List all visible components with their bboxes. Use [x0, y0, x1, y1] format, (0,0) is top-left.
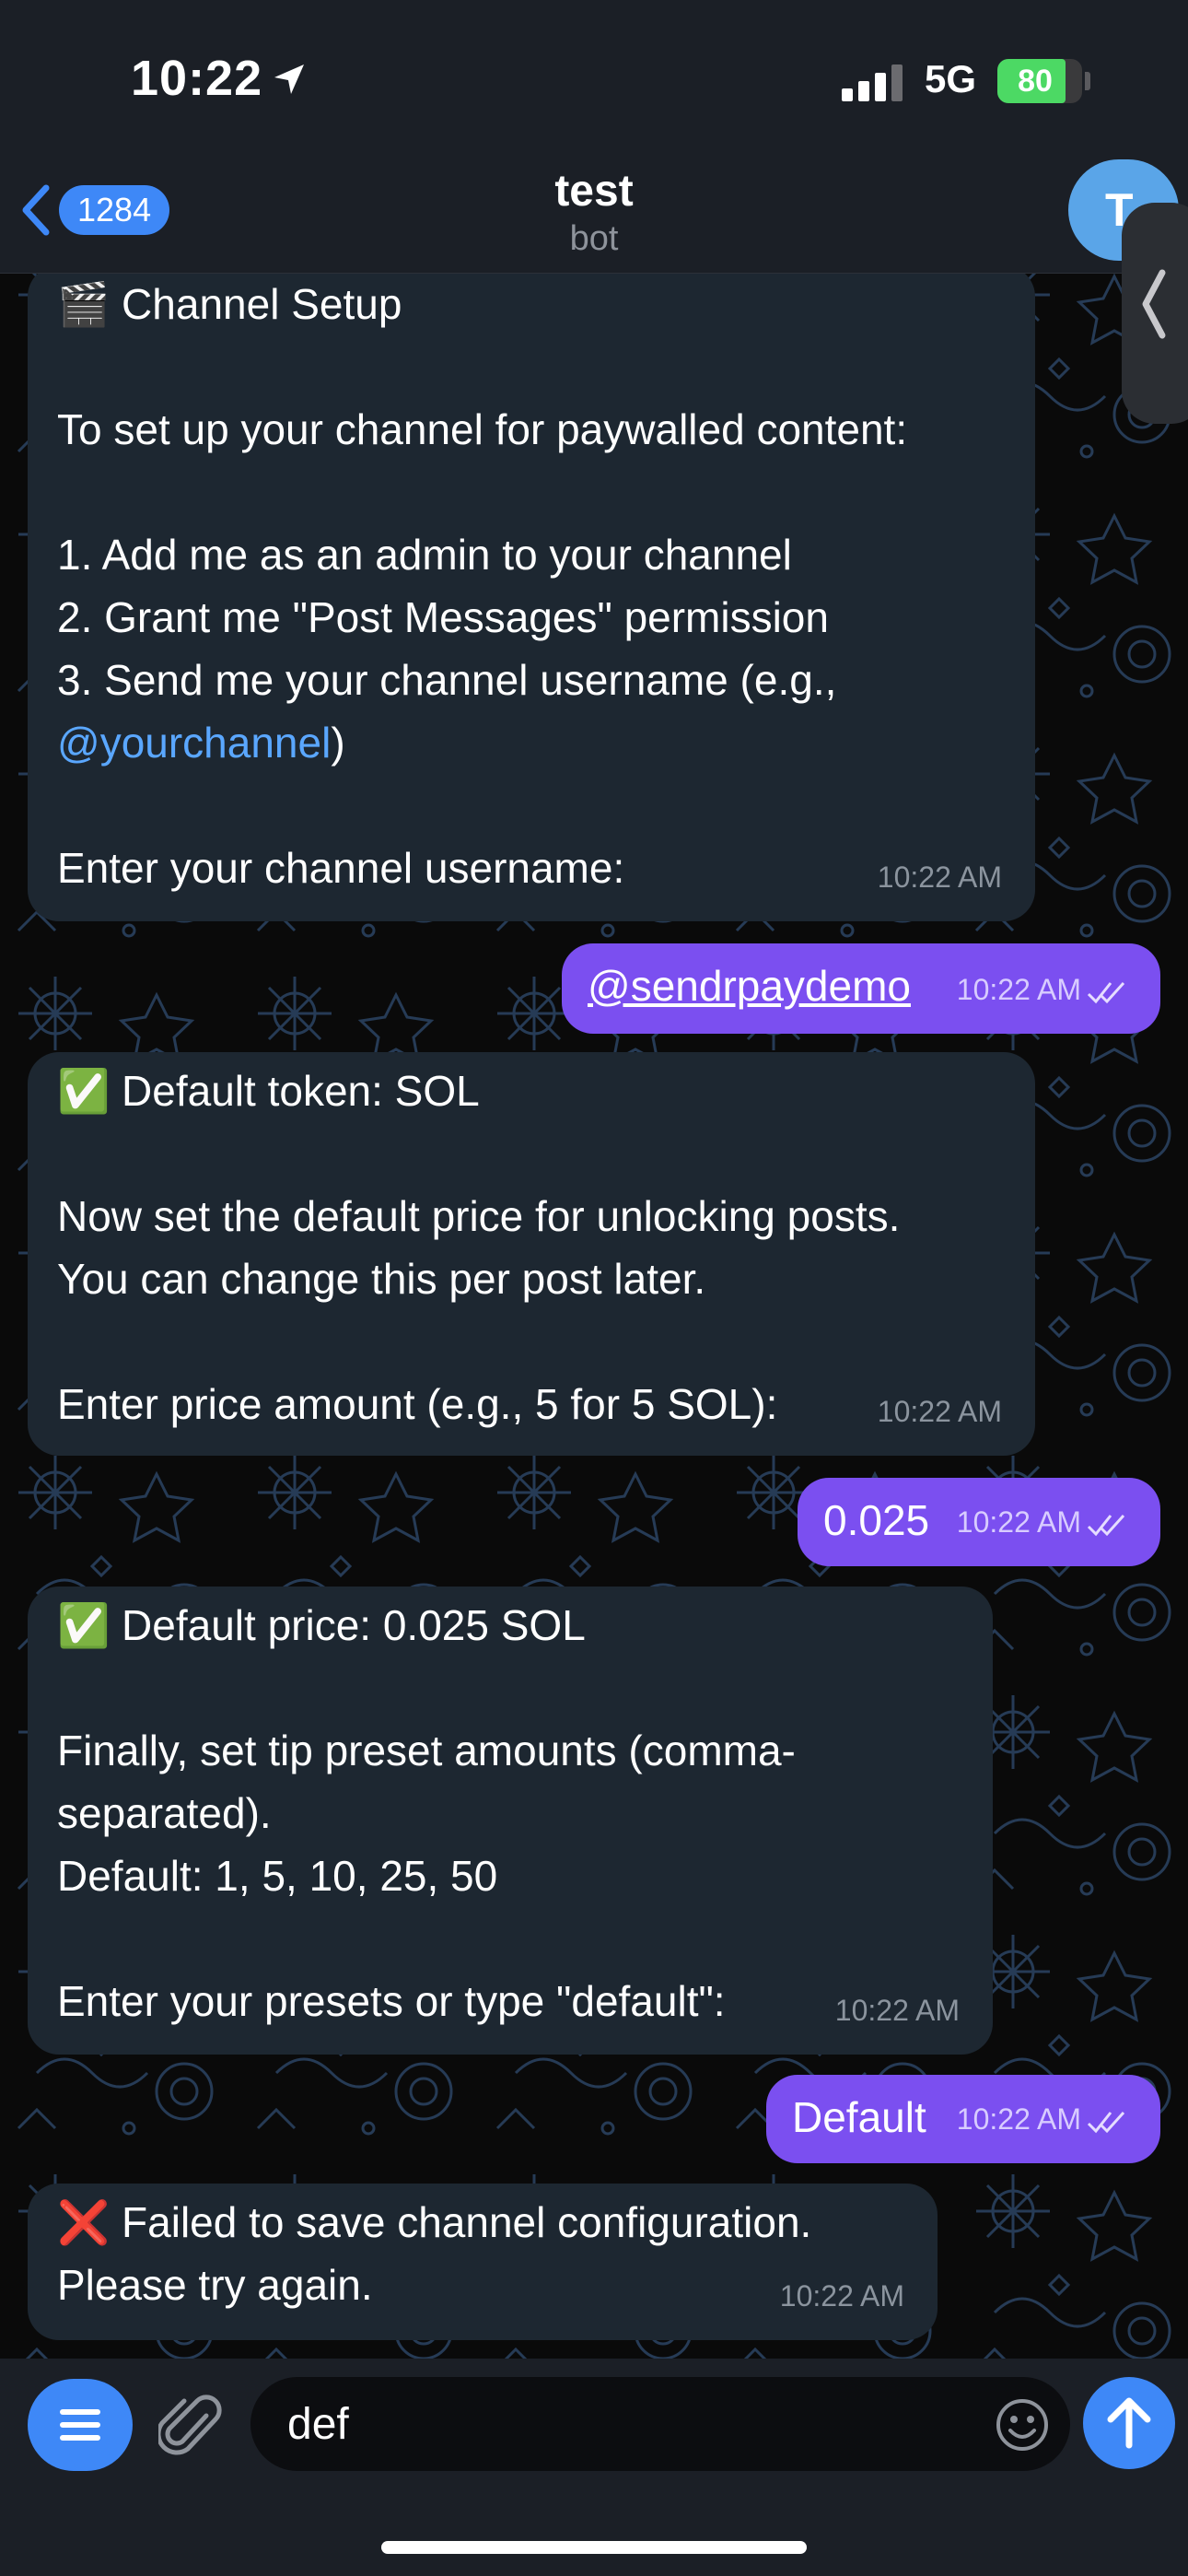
message-time: 10:22 AM	[956, 1505, 1081, 1539]
message-time: 10:22 AM	[779, 2279, 904, 2313]
message-time: 10:22 AM	[877, 1395, 1002, 1428]
message-meta: 10:22 AM	[957, 2088, 1127, 2150]
read-ticks-icon	[1087, 981, 1125, 1003]
message-incoming[interactable]: 🎬 Channel Setup To set up your channel f…	[28, 265, 1035, 921]
message-meta: 10:22 AM	[957, 958, 1127, 1021]
message-time: 10:22 AM	[877, 861, 1002, 894]
send-arrow-icon	[1107, 2397, 1151, 2449]
bot-menu-button[interactable]	[28, 2379, 133, 2471]
side-panel-handle[interactable]	[1122, 203, 1188, 424]
send-button[interactable]	[1083, 2377, 1175, 2469]
message-input[interactable]	[250, 2377, 1070, 2471]
message-time: 10:22 AM	[956, 973, 1081, 1006]
username-link[interactable]: @sendrpaydemo	[588, 962, 911, 1010]
read-ticks-icon	[1087, 2111, 1125, 2133]
chat-subtitle: bot	[569, 219, 619, 258]
status-time: 10:22	[131, 51, 263, 106]
side-chevron-icon	[1142, 269, 1166, 339]
message-outgoing[interactable]: Default 10:22 AM	[766, 2075, 1160, 2163]
message-time: 10:22 AM	[834, 1994, 960, 2027]
attach-icon[interactable]	[158, 2388, 223, 2462]
message-incoming[interactable]: ✅ Default token: SOL Now set the default…	[28, 1052, 1035, 1456]
message-text: 🎬 Channel Setup To set up your channel f…	[28, 265, 1035, 899]
menu-icon	[60, 2409, 100, 2441]
read-ticks-icon	[1087, 1514, 1125, 1536]
channel-mention-link[interactable]: @yourchannel	[57, 719, 331, 767]
home-indicator	[381, 2541, 807, 2554]
emoji-icon[interactable]	[995, 2397, 1050, 2453]
network-type: 5G	[925, 57, 977, 100]
message-incoming[interactable]: ❌ Failed to save channel configuration. …	[28, 2184, 938, 2340]
message-incoming[interactable]: ✅ Default price: 0.025 SOL Finally, set …	[28, 1587, 993, 2055]
message-text-part: 🎬 Channel Setup To set up your channel f…	[57, 280, 908, 704]
location-arrow-icon	[274, 64, 304, 94]
message-text: ✅ Default token: SOL Now set the default…	[57, 1067, 901, 1428]
battery-icon: 80	[997, 59, 1082, 103]
battery-cap	[1085, 72, 1090, 90]
message-text: ✅ Default price: 0.025 SOL Finally, set …	[57, 1601, 796, 2025]
status-bar: 10:22 5G 80	[0, 0, 1188, 157]
battery-percent: 80	[1018, 64, 1053, 99]
chat-header: 1284 test bot T	[0, 157, 1188, 274]
message-meta: 10:22 AM	[957, 1491, 1127, 1553]
message-time: 10:22 AM	[956, 2102, 1081, 2136]
message-outgoing[interactable]: 0.025 10:22 AM	[798, 1478, 1160, 1566]
chat-title[interactable]: test	[0, 166, 1188, 217]
signal-icon	[842, 64, 903, 101]
message-outgoing[interactable]: @sendrpaydemo 10:22 AM	[562, 943, 1160, 1034]
